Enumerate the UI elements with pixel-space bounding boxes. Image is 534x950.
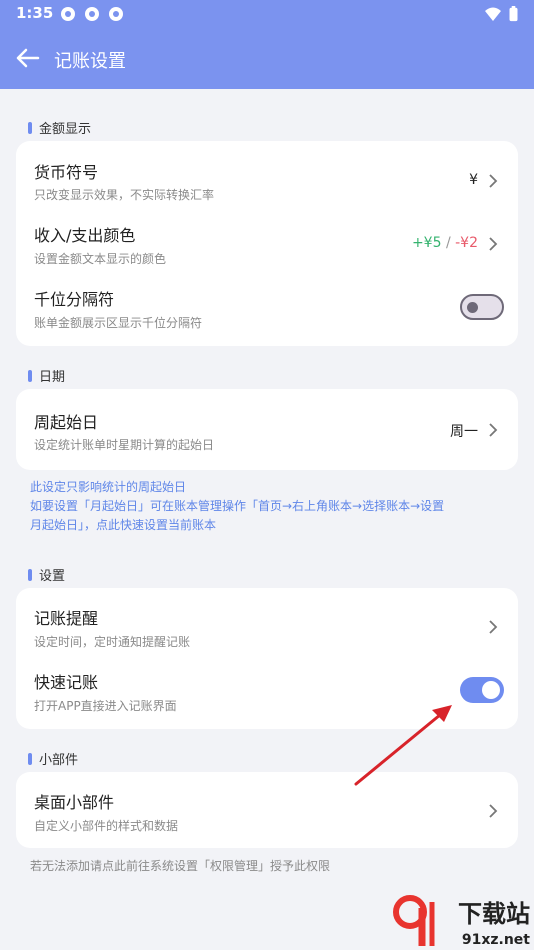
- thousands-row: 千位分隔符 账单金额展示区显示千位分隔符: [16, 269, 518, 339]
- currency-subtitle: 只改变显示效果，不实际转换汇率: [34, 188, 215, 202]
- annotation-arrow-icon: [354, 705, 452, 786]
- chevron-right-icon: [489, 237, 498, 251]
- watermark-text: 下载站: [458, 900, 530, 928]
- amount-card: 货币符号 只改变显示效果，不实际转换汇率 ¥ 收入/支出颜色 设置金额文本显示的…: [16, 141, 518, 346]
- section-label: 小部件: [39, 753, 79, 768]
- section-label: 金额显示: [39, 122, 92, 137]
- section-label: 日期: [39, 370, 66, 385]
- desktop-widget-subtitle: 自定义小部件的样式和数据: [34, 819, 179, 833]
- reminder-subtitle: 设定时间，定时通知提醒记账: [34, 635, 191, 649]
- quick-entry-subtitle: 打开APP直接进入记账界面: [34, 699, 177, 713]
- back-arrow-icon[interactable]: [14, 47, 40, 69]
- week-start-value: 周一: [450, 424, 478, 440]
- section-marker: [28, 369, 32, 382]
- notification-icon: [85, 7, 99, 21]
- chevron-right-icon: [489, 174, 498, 188]
- section-title-amount: 金额显示: [28, 118, 91, 137]
- currency-title: 货币符号: [34, 163, 99, 182]
- section-title-settings: 设置: [28, 565, 65, 584]
- section-marker: [28, 752, 32, 765]
- section-title-widget: 小部件: [28, 749, 78, 768]
- widget-permission-note[interactable]: 若无法添加请点此前往系统设置「权限管理」授予此权限: [30, 857, 330, 874]
- chevron-right-icon: [489, 620, 498, 634]
- section-marker: [28, 121, 32, 134]
- status-bar: 1:35: [0, 0, 534, 28]
- note-line: 此设定只影响统计的周起始日: [30, 480, 187, 494]
- income-sample: +¥5: [411, 235, 442, 251]
- note-line: 如要设置「月起始日」可在账本管理操作「首页→右上角账本→选择账本→设置: [30, 499, 445, 513]
- thousands-title: 千位分隔符: [34, 290, 115, 309]
- section-label: 设置: [39, 569, 66, 584]
- watermark-url: 91xz.net: [461, 932, 530, 948]
- note-line: 月起始日」，点此快速设置当前账本: [30, 518, 217, 532]
- quick-entry-title: 快速记账: [34, 673, 99, 692]
- week-start-title: 周起始日: [34, 413, 99, 432]
- battery-icon: [509, 6, 518, 22]
- thousands-subtitle: 账单金额展示区显示千位分隔符: [34, 316, 203, 330]
- currency-value: ¥: [469, 172, 478, 188]
- color-preview: +¥5 / -¥2: [412, 235, 478, 251]
- section-marker: [28, 568, 32, 581]
- thousands-toggle[interactable]: [460, 294, 504, 320]
- expense-sample: -¥2: [455, 235, 478, 251]
- color-separator: /: [445, 235, 451, 251]
- watermark-logo-icon: [393, 895, 435, 946]
- site-watermark: 下载站 91xz.net: [392, 892, 534, 950]
- section-title-date: 日期: [28, 366, 65, 385]
- week-start-note[interactable]: 此设定只影响统计的周起始日 如要设置「月起始日」可在账本管理操作「首页→右上角账…: [30, 478, 510, 535]
- page-title: 记账设置: [54, 51, 126, 72]
- app-header: 1:35 记账设置: [0, 0, 534, 89]
- week-start-subtitle: 设定统计账单时星期计算的起始日: [34, 438, 215, 452]
- chevron-right-icon: [489, 423, 498, 437]
- quick-entry-toggle[interactable]: [460, 677, 504, 703]
- toggle-knob: [482, 681, 500, 699]
- color-row[interactable]: 收入/支出颜色 设置金额文本显示的颜色 +¥5 / -¥2: [16, 205, 518, 269]
- date-card: 周起始日 设定统计账单时星期计算的起始日 周一: [16, 389, 518, 470]
- status-time: 1:35: [16, 4, 54, 22]
- notification-icon: [61, 7, 75, 21]
- wifi-icon: [485, 7, 501, 21]
- notification-icon: [109, 7, 123, 21]
- toggle-knob: [467, 302, 478, 313]
- color-title: 收入/支出颜色: [34, 226, 136, 245]
- week-start-row[interactable]: 周起始日 设定统计账单时星期计算的起始日 周一: [16, 389, 518, 470]
- color-subtitle: 设置金额文本显示的颜色: [34, 252, 167, 266]
- desktop-widget-title: 桌面小部件: [34, 793, 115, 812]
- reminder-title: 记账提醒: [34, 609, 99, 628]
- currency-row[interactable]: 货币符号 只改变显示效果，不实际转换汇率 ¥: [16, 141, 518, 205]
- reminder-row[interactable]: 记账提醒 设定时间，定时通知提醒记账: [16, 588, 518, 654]
- chevron-right-icon: [489, 804, 498, 818]
